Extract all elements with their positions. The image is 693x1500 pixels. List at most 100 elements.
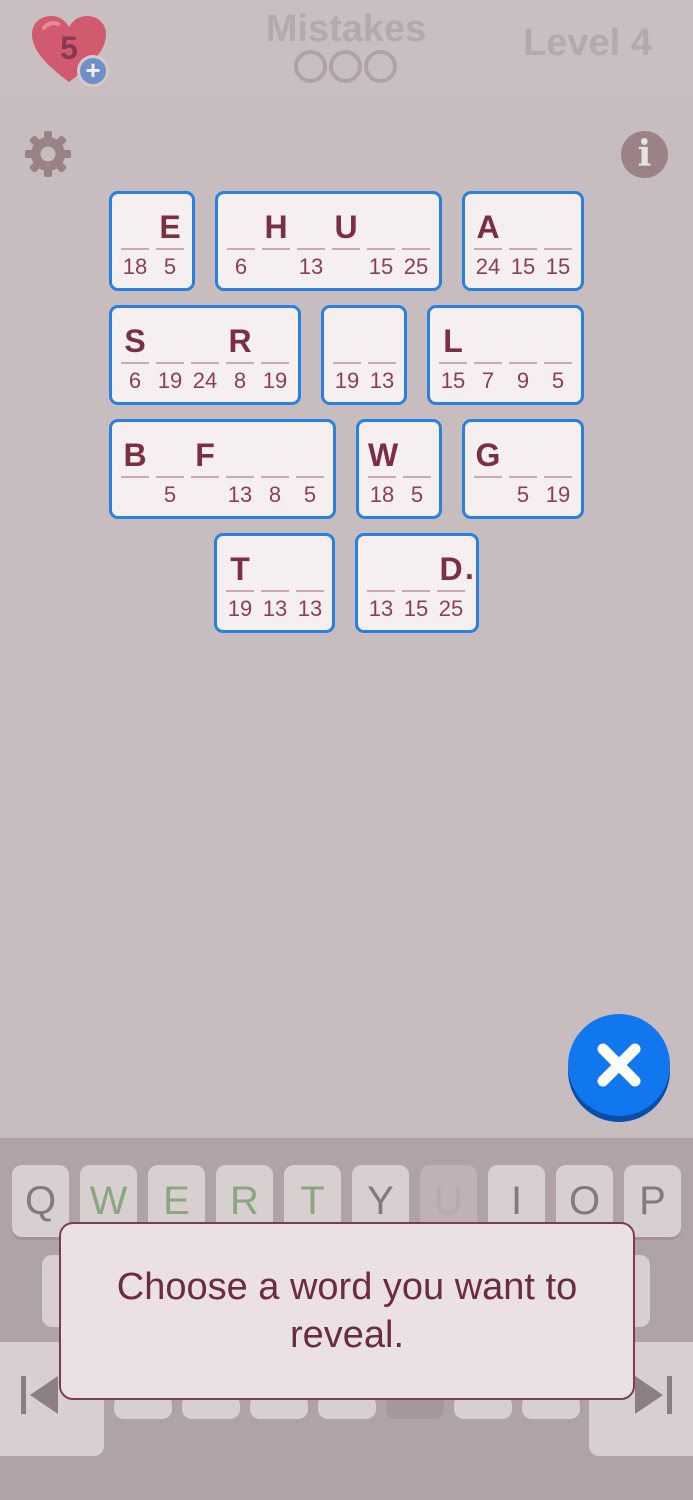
cell-number: 5 — [163, 482, 177, 507]
cell-number: 5 — [163, 254, 177, 279]
cell-underline — [332, 248, 360, 250]
letter-cell: S6 — [121, 322, 149, 393]
cell-letter: S — [124, 323, 146, 359]
cell-underline — [402, 248, 430, 250]
cell-letter — [121, 209, 149, 245]
letter-cell: T 19 — [226, 550, 254, 621]
cell-underline — [156, 476, 184, 478]
cell-number: 13 — [227, 482, 253, 507]
cell-number: 15 — [368, 254, 394, 279]
cell-letter: F — [195, 437, 215, 473]
cell-underline — [296, 476, 324, 478]
cell-underline — [439, 362, 467, 364]
keyboard-key-q[interactable]: Q — [12, 1165, 69, 1237]
cell-number: 5 — [410, 482, 424, 507]
letter-cell: D 25 — [437, 550, 465, 621]
cell-letter: G — [475, 437, 501, 473]
word-tile[interactable]: T 19 13 13 — [214, 533, 335, 633]
letter-cell: 5 — [509, 436, 537, 507]
cell-number: 25 — [403, 254, 429, 279]
letter-cell: 13 — [261, 550, 289, 621]
word-tile[interactable]: 13 15 D 25. — [355, 533, 479, 633]
cell-underline — [544, 248, 572, 250]
cell-underline — [474, 362, 502, 364]
letter-cell: 5 — [296, 436, 324, 507]
letter-cell: A 24 — [474, 208, 502, 279]
word-tile[interactable]: 6 H 13 U 15 25 — [215, 191, 442, 291]
cell-underline — [121, 248, 149, 250]
cell-letter: A — [476, 209, 500, 245]
word-tile[interactable]: 18 E 5 — [109, 191, 195, 291]
close-button[interactable] — [568, 1014, 670, 1116]
cell-number: 15 — [545, 254, 571, 279]
cell-number: 5 — [516, 482, 530, 507]
word-tile[interactable]: L 15 7 9 5 — [427, 305, 584, 405]
letter-cell: G — [474, 436, 502, 506]
cell-underline — [226, 590, 254, 592]
cell-number: 8 — [268, 482, 282, 507]
cell-letter — [509, 209, 537, 245]
word-tile[interactable]: A 24 15 15 — [462, 191, 584, 291]
cell-letter: E — [159, 209, 181, 245]
cell-letter: D — [439, 551, 463, 587]
letter-cell: 19 — [261, 322, 289, 393]
cell-number: 24 — [192, 368, 218, 393]
cell-underline — [226, 476, 254, 478]
letter-cell: 13 — [297, 208, 325, 279]
info-icon[interactable]: i — [621, 131, 668, 178]
header-wave-divider — [0, 88, 693, 98]
letter-cell: 13 — [296, 550, 324, 621]
mistake-slot — [364, 50, 397, 83]
letter-cell: 15 — [367, 208, 395, 279]
hint-text: Choose a word you want to reveal. — [116, 1266, 578, 1356]
mistake-slot — [294, 50, 327, 83]
gear-icon[interactable] — [24, 130, 72, 178]
cell-letter — [261, 551, 289, 587]
cell-number: 13 — [369, 368, 395, 393]
cell-number: 19 — [334, 368, 360, 393]
word-tile[interactable]: 19 13 — [321, 305, 407, 405]
close-icon — [597, 1043, 641, 1087]
level-label: Level 4 — [523, 22, 652, 64]
hint-dialog: Choose a word you want to reveal. — [59, 1222, 635, 1400]
cell-letter: H — [264, 209, 288, 245]
mistake-slot — [329, 50, 362, 83]
cell-number: 5 — [551, 368, 565, 393]
cell-underline — [402, 590, 430, 592]
cell-underline — [296, 590, 324, 592]
mistakes-label: Mistakes — [265, 8, 427, 50]
cell-letter — [156, 437, 184, 473]
cell-letter — [226, 437, 254, 473]
cell-underline — [403, 476, 431, 478]
cell-number: 24 — [475, 254, 501, 279]
cell-number: 19 — [545, 482, 571, 507]
letter-cell: 13 — [368, 322, 396, 393]
cell-letter — [261, 437, 289, 473]
plus-icon[interactable]: + — [77, 55, 109, 87]
word-tile[interactable]: W 18 5 — [356, 419, 442, 519]
cell-letter — [402, 209, 430, 245]
cell-number: 7 — [481, 368, 495, 393]
cell-letter — [368, 323, 396, 359]
cell-letter — [544, 209, 572, 245]
cell-number: 6 — [234, 254, 248, 279]
cell-letter — [544, 323, 572, 359]
cell-number: 15 — [440, 368, 466, 393]
cell-letter: T — [230, 551, 250, 587]
cell-letter: U — [334, 209, 358, 245]
cell-number: 13 — [297, 596, 323, 621]
word-tile[interactable]: G 5 19 — [462, 419, 584, 519]
word-tile[interactable]: S 6 19 24 R 8 19 — [109, 305, 301, 405]
letter-cell: E5 — [156, 208, 184, 279]
cell-letter — [297, 209, 325, 245]
cell-letter: R — [228, 323, 252, 359]
cell-underline — [474, 476, 502, 478]
letter-cell: 8 — [261, 436, 289, 507]
cell-number: 6 — [128, 368, 142, 393]
cell-number: 19 — [157, 368, 183, 393]
letter-cell: 7 — [474, 322, 502, 393]
letter-cell: H — [262, 208, 290, 278]
word-tile[interactable]: B 5 F 13 8 5 — [109, 419, 336, 519]
keyboard-key-p[interactable]: P — [624, 1165, 681, 1237]
cell-number: 13 — [262, 596, 288, 621]
